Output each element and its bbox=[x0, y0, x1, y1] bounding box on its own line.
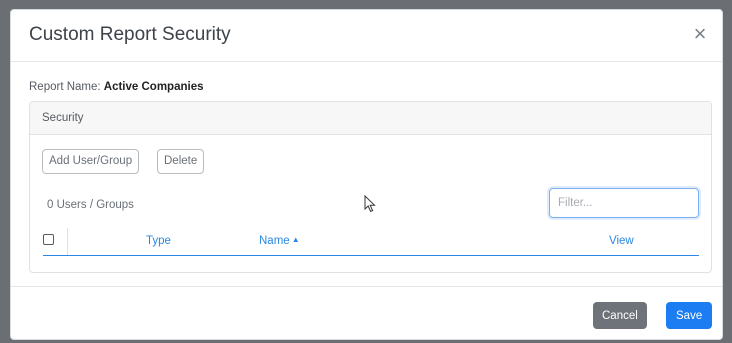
report-name-label: Report Name: bbox=[29, 81, 104, 93]
dialog-title: Custom Report Security bbox=[29, 24, 231, 45]
dialog-header: Custom Report Security × bbox=[11, 10, 722, 62]
report-name: Report Name: Active Companies bbox=[29, 81, 203, 93]
column-divider bbox=[67, 228, 68, 255]
dialog-footer: Cancel Save bbox=[11, 286, 722, 341]
report-name-value: Active Companies bbox=[103, 81, 204, 93]
add-user-group-button[interactable]: Add User/Group bbox=[42, 149, 140, 174]
custom-report-security-dialog: Custom Report Security × Report Name: Ac… bbox=[10, 9, 723, 340]
save-button[interactable]: Save bbox=[666, 302, 713, 329]
security-panel-title: Security bbox=[42, 112, 84, 124]
column-header-name-label: Name bbox=[259, 235, 290, 247]
column-header-type[interactable]: Type bbox=[146, 235, 171, 247]
security-panel-header: Security bbox=[30, 102, 711, 135]
mouse-pointer-icon bbox=[364, 195, 376, 213]
users-groups-count: 0 Users / Groups bbox=[47, 199, 134, 211]
filter-input[interactable] bbox=[549, 188, 699, 218]
column-header-view[interactable]: View bbox=[609, 235, 634, 247]
table-header: Type Name ▲ View bbox=[43, 228, 699, 256]
sort-ascending-icon: ▲ bbox=[291, 235, 300, 244]
select-all-checkbox[interactable] bbox=[43, 234, 54, 245]
delete-button[interactable]: Delete bbox=[157, 149, 205, 174]
column-header-name[interactable]: Name ▲ bbox=[259, 235, 300, 247]
cancel-button[interactable]: Cancel bbox=[593, 302, 647, 329]
close-icon[interactable]: × bbox=[688, 22, 712, 46]
security-panel: Security Add User/Group Delete 0 Users /… bbox=[29, 101, 712, 273]
